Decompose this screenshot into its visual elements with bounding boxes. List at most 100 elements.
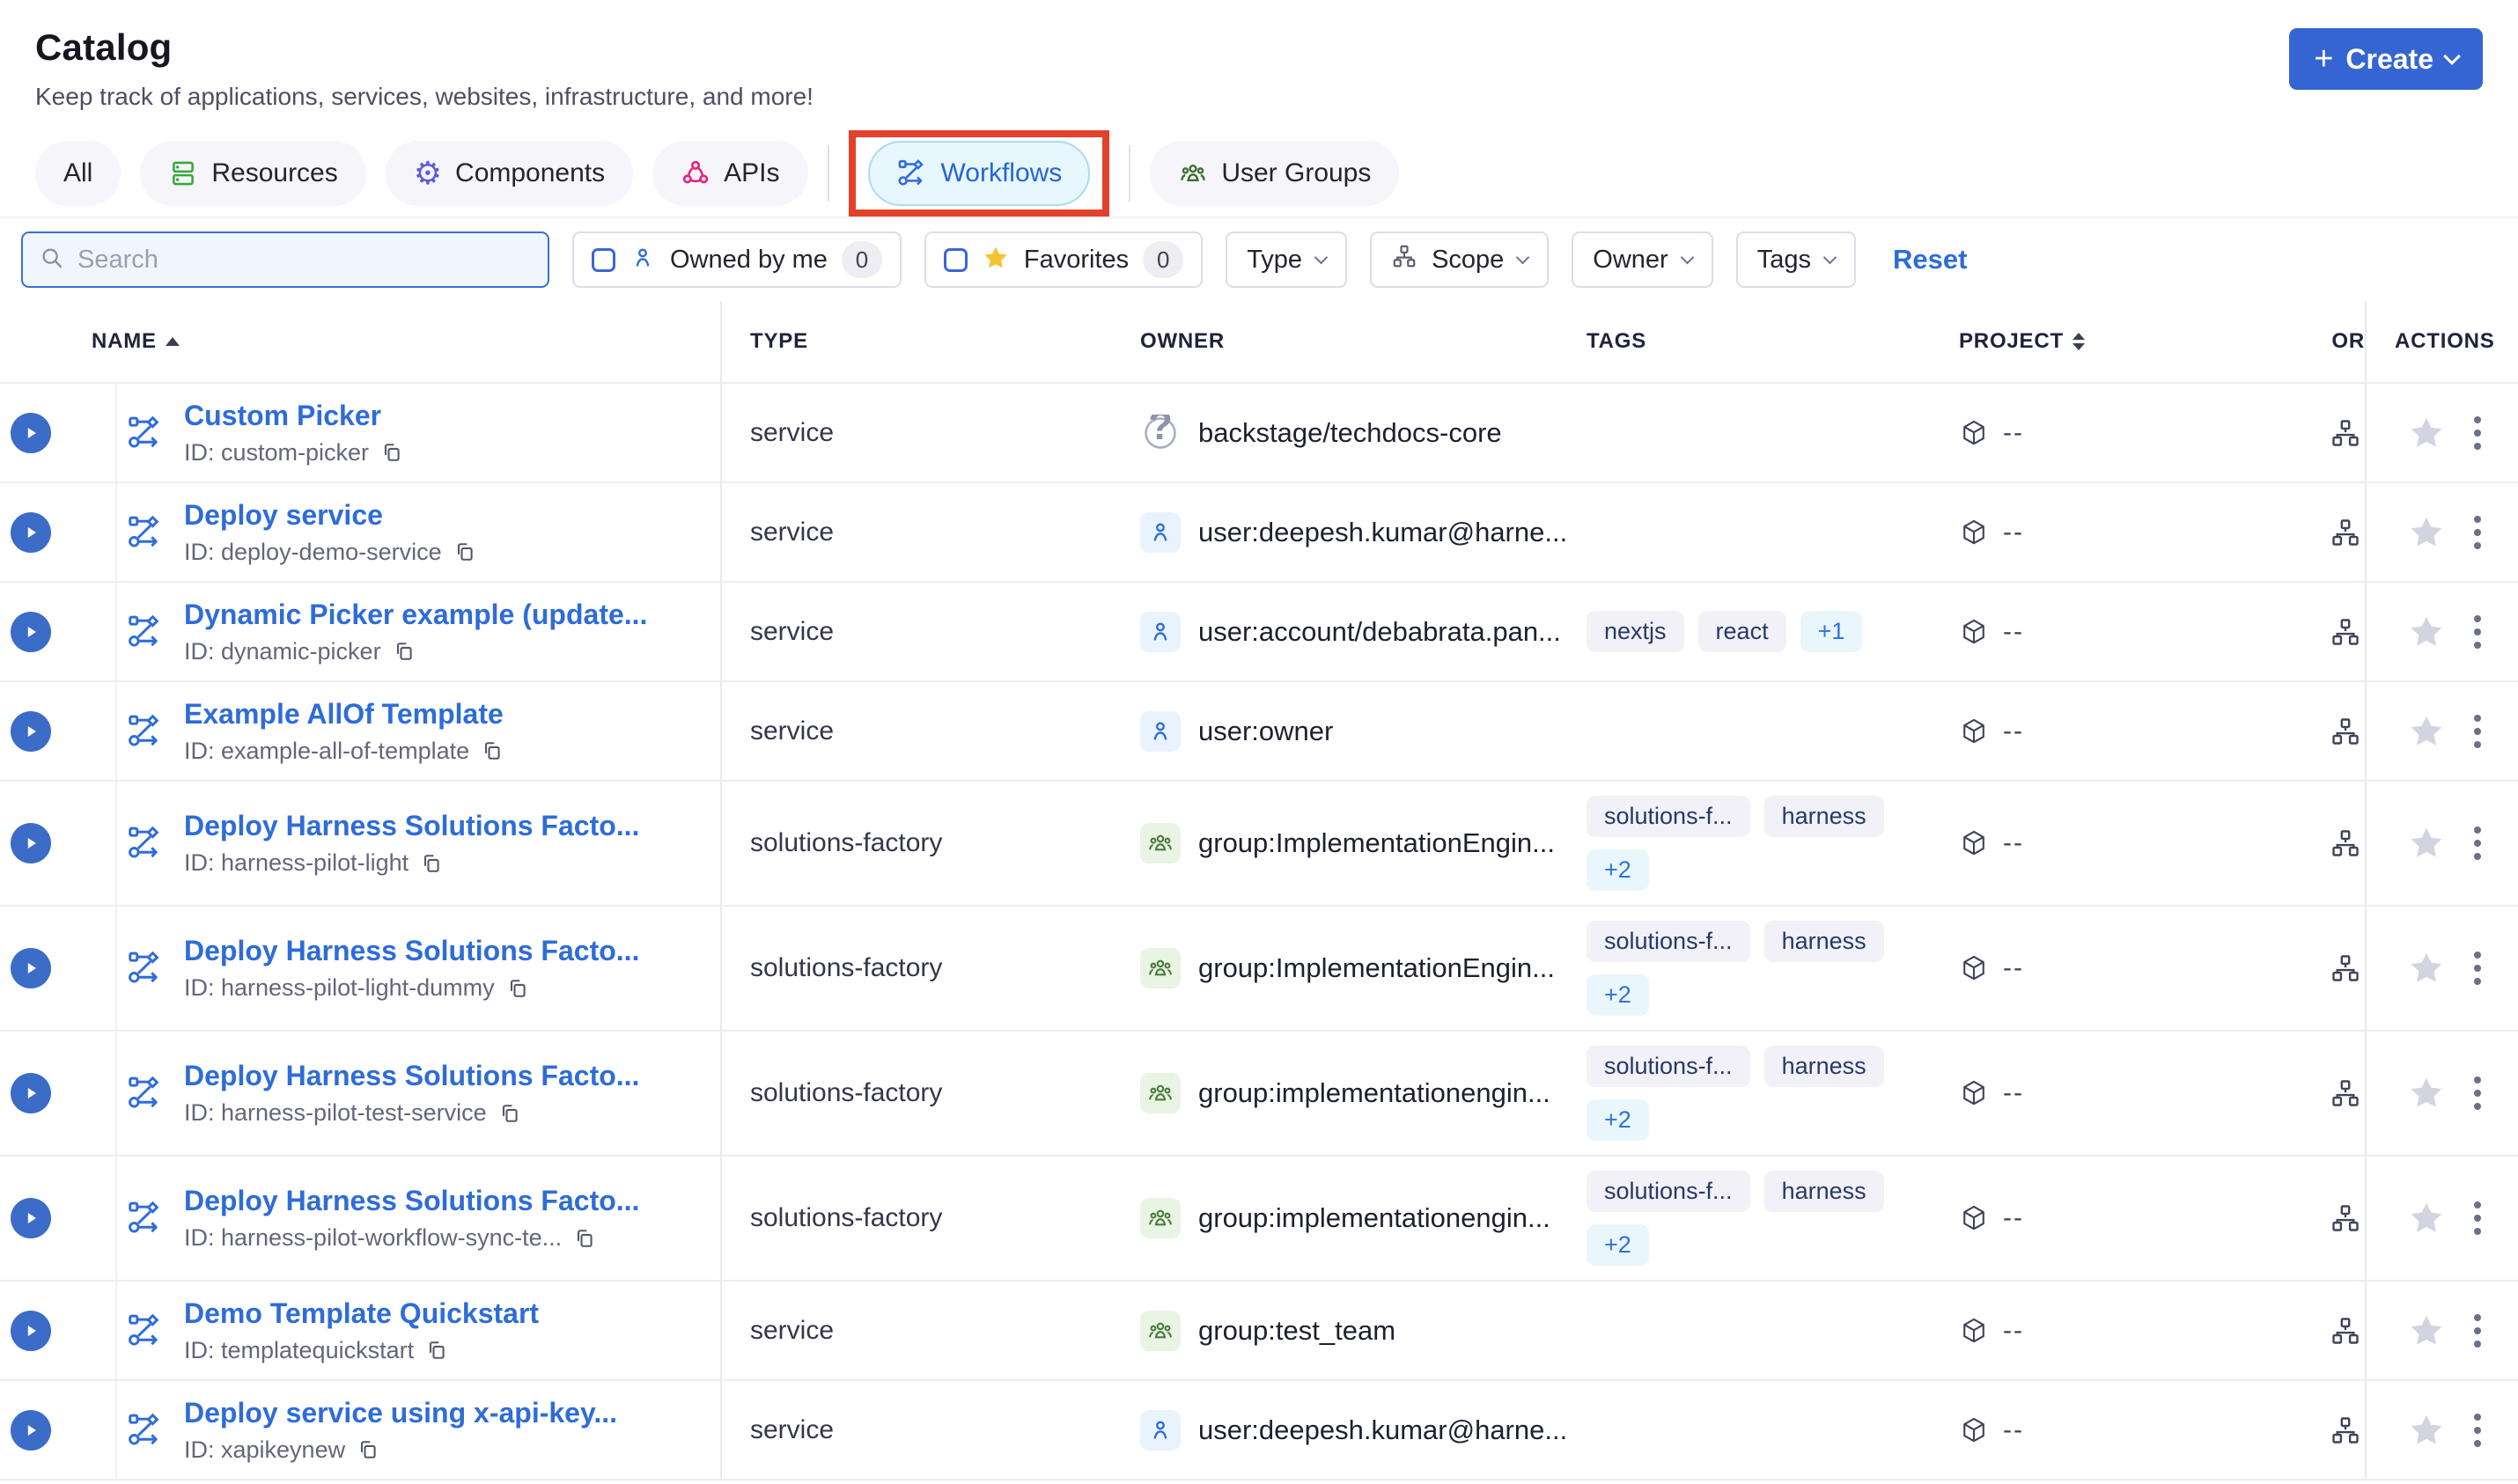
scope-filter-dropdown[interactable]: Scope (1370, 231, 1550, 288)
column-header-name[interactable]: NAME (0, 301, 722, 382)
create-button[interactable]: Create (2289, 28, 2483, 90)
favorite-star-icon[interactable] (2407, 613, 2446, 651)
tags-line-2: +2 (1587, 974, 1649, 1016)
favorite-star-icon[interactable] (2407, 1199, 2446, 1238)
org-hierarchy-icon[interactable] (2330, 1315, 2361, 1347)
org-hierarchy-icon[interactable] (2330, 1077, 2361, 1109)
workflow-name-link[interactable]: Deploy Harness Solutions Facto... (184, 935, 639, 967)
create-button-label: Create (2345, 42, 2433, 75)
launch-workflow-button[interactable] (11, 710, 51, 752)
name-cell: Example AllOf Template ID: example-all-o… (117, 682, 722, 780)
row-menu-icon[interactable] (2470, 711, 2485, 752)
launch-workflow-button[interactable] (11, 1073, 51, 1113)
launch-workflow-button[interactable] (11, 511, 51, 553)
workflow-name-link[interactable]: Deploy Harness Solutions Facto... (184, 1060, 639, 1092)
row-menu-icon[interactable] (2470, 612, 2485, 652)
owned-by-me-filter[interactable]: Owned by me 0 (572, 231, 902, 288)
tab-resources[interactable]: Resources (140, 141, 366, 206)
workflow-name-link[interactable]: Custom Picker (184, 400, 404, 432)
actions-cell (2365, 1282, 2518, 1379)
tab-apis-label: APIs (724, 158, 780, 187)
column-header-project[interactable]: PROJECT (1959, 329, 2293, 354)
page-subtitle: Keep track of applications, services, we… (35, 83, 814, 110)
launch-workflow-button[interactable] (11, 948, 51, 988)
more-tags-chip[interactable]: +2 (1587, 974, 1649, 1016)
row-menu-icon[interactable] (2470, 1311, 2485, 1351)
favorite-star-icon[interactable] (2407, 712, 2446, 751)
tab-user-groups[interactable]: User Groups (1150, 141, 1400, 206)
copy-icon[interactable] (356, 1437, 380, 1462)
owned-by-me-checkbox[interactable] (592, 247, 615, 272)
workflow-name-link[interactable]: Deploy service (184, 499, 477, 532)
workflow-name-link[interactable]: Demo Template Quickstart (184, 1297, 539, 1330)
more-tags-chip[interactable]: +2 (1587, 1224, 1649, 1266)
launch-workflow-button[interactable] (11, 823, 51, 863)
workflow-name-link[interactable]: Deploy Harness Solutions Facto... (184, 810, 639, 842)
workflow-name-link[interactable]: Deploy Harness Solutions Facto... (184, 1185, 639, 1217)
owned-by-me-count: 0 (841, 241, 882, 278)
search-input[interactable] (77, 245, 532, 275)
tab-components[interactable]: ⚙ Components (385, 141, 634, 206)
copy-icon[interactable] (379, 440, 404, 465)
workflow-name-link[interactable]: Deploy service using x-api-key... (184, 1397, 617, 1429)
launch-workflow-button[interactable] (11, 1409, 51, 1451)
workflow-name-link[interactable]: Example AllOf Template (184, 698, 504, 731)
favorite-star-icon[interactable] (2407, 949, 2446, 988)
copy-icon[interactable] (424, 1338, 449, 1363)
launch-workflow-button[interactable] (11, 1310, 51, 1351)
row-menu-icon[interactable] (2470, 948, 2485, 988)
tab-workflows[interactable]: Workflows (867, 141, 1091, 206)
actions-cell (2365, 907, 2518, 1030)
row-menu-icon[interactable] (2470, 1198, 2485, 1238)
favorite-star-icon[interactable] (2407, 1074, 2446, 1113)
favorite-star-icon[interactable] (2407, 513, 2446, 552)
row-menu-icon[interactable] (2470, 823, 2485, 863)
copy-icon[interactable] (505, 976, 530, 1001)
org-hierarchy-icon[interactable] (2330, 952, 2361, 984)
owner-cell: ? backstage/techdocs-core (1140, 384, 1587, 481)
copy-icon[interactable] (497, 1101, 522, 1126)
favorite-star-icon[interactable] (2407, 1411, 2446, 1450)
org-hierarchy-icon[interactable] (2330, 616, 2361, 648)
workflow-icon (126, 1074, 165, 1113)
launch-workflow-button[interactable] (11, 611, 51, 652)
row-menu-icon[interactable] (2470, 1410, 2485, 1451)
copy-icon[interactable] (572, 1226, 597, 1251)
type-value: solutions-factory (750, 828, 943, 857)
workflow-name-link[interactable]: Dynamic Picker example (update... (184, 599, 647, 631)
owner-value: user:deepesh.kumar@harne... (1198, 516, 1568, 547)
org-hierarchy-icon[interactable] (2330, 517, 2361, 548)
tab-apis[interactable]: APIs (652, 141, 808, 206)
favorite-star-icon[interactable] (2407, 414, 2446, 452)
more-tags-chip[interactable]: +2 (1587, 1099, 1649, 1141)
tags-cell: solutions-f... harness +2 (1587, 1157, 1959, 1280)
org-hierarchy-icon[interactable] (2330, 1202, 2361, 1234)
tab-all[interactable]: All (35, 141, 121, 206)
row-menu-icon[interactable] (2470, 413, 2485, 453)
row-menu-icon[interactable] (2470, 1073, 2485, 1113)
tags-line-1: solutions-f... harness (1587, 1046, 1884, 1087)
favorite-star-icon[interactable] (2407, 824, 2446, 863)
copy-icon[interactable] (419, 851, 444, 876)
owned-by-me-label: Owned by me (670, 245, 828, 274)
more-tags-chip[interactable]: +1 (1800, 611, 1863, 652)
more-tags-chip[interactable]: +2 (1587, 849, 1649, 891)
tags-filter-dropdown[interactable]: Tags (1735, 231, 1856, 288)
favorites-filter[interactable]: Favorites 0 (924, 231, 1204, 288)
org-hierarchy-icon[interactable] (2330, 716, 2361, 747)
org-hierarchy-icon[interactable] (2330, 827, 2361, 859)
favorites-checkbox[interactable] (943, 247, 968, 272)
copy-icon[interactable] (480, 738, 504, 763)
row-menu-icon[interactable] (2470, 512, 2485, 553)
org-hierarchy-icon[interactable] (2330, 417, 2361, 449)
favorite-star-icon[interactable] (2407, 1311, 2446, 1350)
copy-icon[interactable] (392, 639, 416, 664)
tags-cell: solutions-f... harness +2 (1587, 782, 1959, 905)
type-filter-dropdown[interactable]: Type (1226, 231, 1348, 288)
reset-filters-link[interactable]: Reset (1893, 244, 1967, 275)
copy-icon[interactable] (453, 540, 477, 564)
launch-workflow-button[interactable] (11, 412, 51, 453)
org-hierarchy-icon[interactable] (2330, 1414, 2361, 1446)
owner-filter-dropdown[interactable]: Owner (1572, 231, 1713, 288)
launch-workflow-button[interactable] (11, 1198, 51, 1238)
